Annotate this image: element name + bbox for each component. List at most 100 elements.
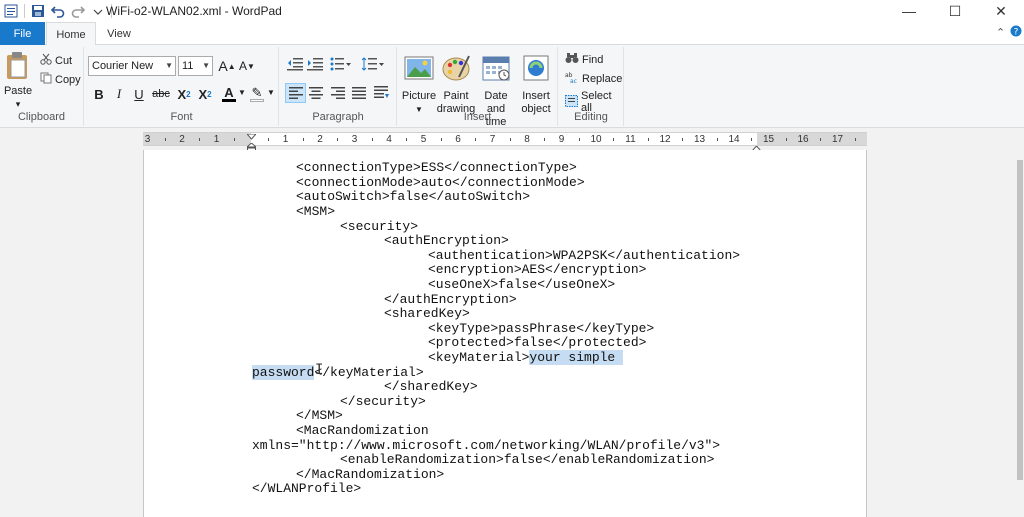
document-line[interactable]: <encryption>AES</encryption> (428, 262, 646, 277)
superscript-icon: X (198, 86, 208, 102)
align-center-icon[interactable] (309, 87, 323, 102)
ruler-number: 9 (558, 134, 565, 145)
replace-button[interactable]: ab ac Replace (565, 71, 622, 86)
decrease-indent-icon[interactable] (287, 57, 303, 74)
italic-button[interactable]: I (109, 84, 129, 104)
scrollbar-thumb[interactable] (1017, 160, 1023, 480)
document-line[interactable]: </security> (340, 394, 426, 409)
bullets-icon[interactable] (330, 57, 352, 74)
font-family-value: Courier New (92, 60, 154, 72)
text-color-button[interactable]: A (219, 84, 239, 104)
document-line[interactable]: <keyMaterial>your simple (428, 350, 624, 365)
tab-home[interactable]: Home (46, 22, 96, 46)
document-line[interactable]: </MSM> (296, 408, 343, 423)
key-material-open-tag: <keyMaterial> (428, 350, 530, 365)
document-line[interactable]: </authEncryption> (384, 292, 517, 307)
ruler-tick (406, 138, 408, 141)
line-spacing-icon[interactable] (361, 57, 384, 74)
vertical-scrollbar[interactable] (1016, 150, 1024, 517)
shrink-font-button[interactable]: A ▼ (237, 56, 257, 76)
document-line[interactable]: <keyType>passPhrase</keyType> (428, 321, 654, 336)
paste-label: Paste (3, 85, 33, 97)
chevron-down-icon[interactable]: ▼ (238, 88, 246, 97)
tab-view[interactable]: View (98, 22, 140, 45)
paragraph-settings-icon[interactable] (374, 86, 390, 103)
paint-drawing-button[interactable]: Paint drawing (437, 53, 475, 116)
chevron-down-icon[interactable]: ▼ (267, 88, 275, 97)
document-line[interactable]: <useOneX>false</useOneX> (428, 277, 615, 292)
select-all-icon (565, 94, 578, 110)
minimize-ribbon-chevron-icon[interactable]: ⌃ (996, 26, 1005, 39)
document-line[interactable]: <protected>false</protected> (428, 335, 646, 350)
text-color-swatch (222, 98, 236, 102)
document-line[interactable]: <sharedKey> (384, 306, 470, 321)
highlight-color-button[interactable]: ✎ (247, 84, 267, 104)
window-title: WiFi-o2-WLAN02.xml - WordPad (106, 4, 282, 18)
picture-button[interactable]: Picture ▼ (402, 53, 436, 116)
document-line[interactable]: </sharedKey> (384, 379, 478, 394)
maximize-button[interactable]: ☐ (932, 0, 978, 22)
ruler-tick (544, 138, 546, 141)
paragraph-group: Paragraph (280, 47, 397, 126)
save-icon[interactable] (31, 4, 45, 18)
document-line[interactable]: password</keyMaterial> (252, 365, 424, 380)
copy-icon (40, 72, 52, 87)
customize-qat-chevron-icon[interactable] (91, 4, 105, 18)
minimize-button[interactable]: — (886, 0, 932, 22)
ruler-number: 4 (386, 134, 392, 145)
redo-icon[interactable] (71, 4, 85, 18)
ruler-number: 6 (455, 134, 461, 145)
subscript-button[interactable]: X2 (174, 84, 194, 104)
help-icon[interactable]: ? (1010, 25, 1022, 40)
cut-button[interactable]: Cut (40, 53, 72, 68)
font-size-select[interactable]: 11 ▼ (178, 56, 213, 76)
underline-button[interactable]: U (129, 84, 149, 104)
tab-file[interactable]: File (0, 22, 45, 45)
ruler-tick (716, 138, 718, 141)
document-line[interactable]: <enableRandomization>false</enableRandom… (340, 452, 714, 467)
document-line[interactable]: <security> (340, 219, 418, 234)
ruler-tick (854, 138, 856, 141)
highlighter-icon: ✎ (251, 84, 263, 100)
increase-indent-icon[interactable] (307, 57, 323, 74)
paste-button[interactable]: Paste ▾ (4, 51, 32, 111)
bold-button[interactable]: B (89, 84, 109, 104)
wordpad-app-icon[interactable] (4, 4, 18, 18)
insert-object-button[interactable]: Insert object (518, 53, 554, 116)
find-button[interactable]: Find (565, 52, 603, 67)
ruler-tick (164, 138, 166, 141)
cut-label: Cut (55, 54, 73, 67)
strikethrough-button[interactable]: abc (151, 84, 171, 104)
paste-dropdown-icon[interactable]: ▾ (16, 98, 21, 111)
ruler-tick (371, 138, 373, 141)
font-family-select[interactable]: Courier New ▼ (88, 56, 176, 76)
document-area[interactable]: <connectionType>ESS</connectionType> <co… (0, 150, 1016, 517)
chevron-down-icon: ▼ (165, 61, 173, 70)
document-line[interactable]: <MSM> (296, 204, 335, 219)
close-button[interactable]: ✕ (978, 0, 1024, 22)
ruler-number: 1 (213, 134, 220, 145)
selected-text[interactable]: your simple (529, 350, 624, 365)
document-line[interactable]: </MacRandomization> (296, 467, 444, 482)
ruler-number: 2 (179, 134, 185, 145)
document-line[interactable]: <autoSwitch>false</autoSwitch> (296, 189, 530, 204)
document-line[interactable]: <MacRandomization (296, 423, 429, 438)
clipboard-group: Paste ▾ Cut Copy Clipboard (0, 47, 84, 126)
window-controls: — ☐ ✕ (886, 0, 1024, 22)
selected-text[interactable]: password (252, 365, 315, 380)
document-line[interactable]: xmlns="http://www.microsoft.com/networki… (252, 438, 720, 453)
document-line[interactable]: <connectionMode>auto</connectionMode> (296, 175, 585, 190)
grow-font-button[interactable]: A ▲ (217, 56, 237, 76)
document-page[interactable]: <connectionType>ESS</connectionType> <co… (143, 150, 867, 517)
document-line[interactable]: </WLANProfile> (252, 481, 361, 496)
align-left-icon[interactable] (285, 83, 306, 103)
copy-button[interactable]: Copy (40, 72, 81, 87)
document-line[interactable]: <connectionType>ESS</connectionType> (296, 160, 577, 175)
qat-separator (24, 4, 25, 18)
undo-icon[interactable] (51, 4, 65, 18)
document-line[interactable]: <authentication>WPA2PSK</authentication> (428, 248, 740, 263)
superscript-button[interactable]: X2 (195, 84, 215, 104)
align-right-icon[interactable] (331, 87, 345, 102)
justify-icon[interactable] (352, 87, 366, 102)
document-line[interactable]: <authEncryption> (384, 233, 509, 248)
